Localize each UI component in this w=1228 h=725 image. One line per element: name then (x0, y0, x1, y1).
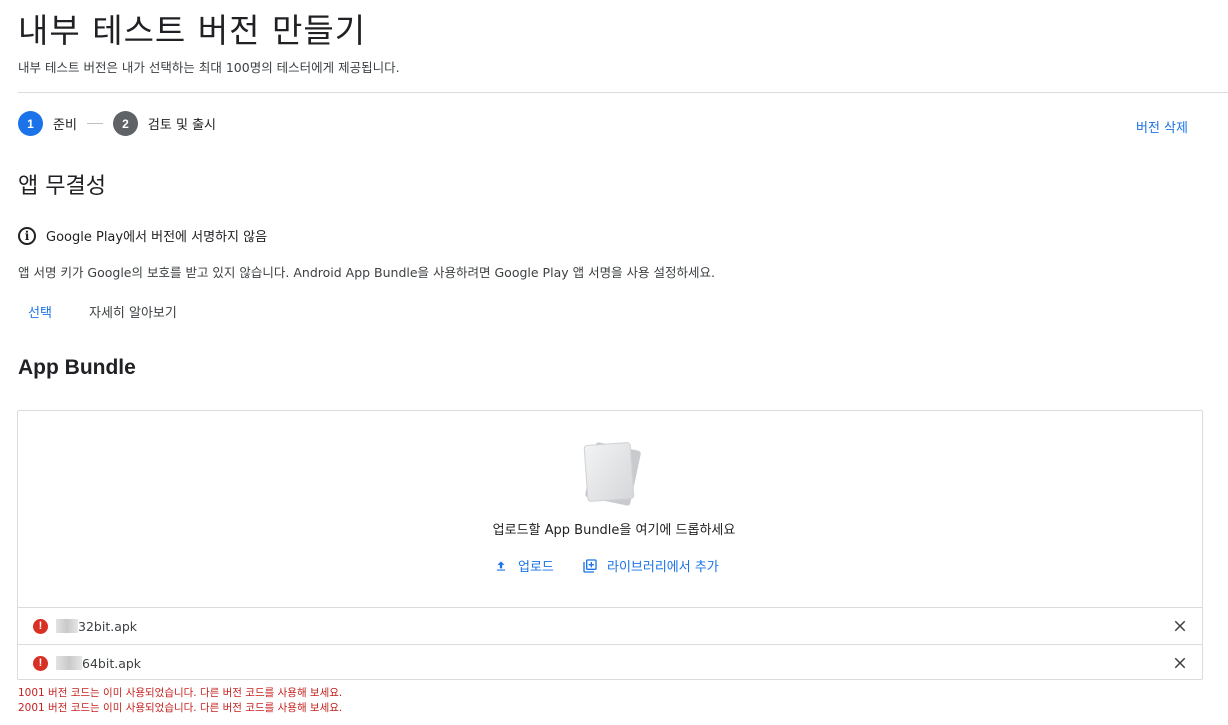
select-signing-button[interactable]: 선택 (28, 302, 52, 321)
add-from-library-button[interactable]: 라이브러리에서 추가 (582, 556, 719, 575)
page-subtitle: 내부 테스트 버전은 내가 선택하는 최대 100명의 테스터에게 제공됩니다. (18, 60, 400, 75)
upload-icon (496, 560, 506, 571)
redacted-filename-prefix (56, 619, 78, 633)
stepper: 1 준비 2 검토 및 출시 (18, 111, 216, 136)
page-title: 내부 테스트 버전 만들기 (18, 11, 367, 50)
library-label: 라이브러리에서 추가 (607, 560, 719, 575)
step-1-label: 준비 (53, 118, 77, 133)
signing-info-description: 앱 서명 키가 Google의 보호를 받고 있지 않습니다. Android … (18, 265, 715, 280)
upload-button[interactable]: 업로드 (494, 556, 554, 575)
document-stack-icon (583, 442, 641, 506)
step-2-indicator: 2 (112, 111, 138, 136)
upload-label: 업로드 (518, 560, 554, 575)
close-icon[interactable] (1171, 617, 1189, 635)
app-bundle-title: App Bundle (18, 356, 136, 379)
dropzone-hint: 업로드할 App Bundle을 여기에 드롭하세요 (492, 523, 736, 538)
file-name: 32bit.apk (78, 618, 138, 634)
error-icon: ! (33, 655, 48, 671)
error-icon: ! (33, 618, 48, 634)
file-row: ! 64bit.apk (18, 644, 1203, 681)
signing-info-title: Google Play에서 버전에 서명하지 않음 (46, 230, 268, 245)
app-integrity-title: 앱 무결성 (18, 174, 106, 199)
redacted-filename-prefix (56, 656, 82, 670)
step-1-indicator: 1 (18, 111, 43, 136)
file-row: ! 32bit.apk (18, 607, 1203, 644)
error-message: 1001 버전 코드는 이미 사용되었습니다. 다른 버전 코드를 사용해 보세… (18, 687, 343, 699)
step-connector (86, 123, 103, 124)
step-2-label: 검토 및 출시 (147, 118, 216, 133)
error-message: 2001 버전 코드는 이미 사용되었습니다. 다른 버전 코드를 사용해 보세… (18, 702, 343, 714)
close-icon[interactable] (1171, 654, 1189, 672)
file-name: 64bit.apk (82, 655, 142, 671)
info-icon: i (18, 226, 36, 245)
learn-more-button[interactable]: 자세히 알아보기 (89, 302, 177, 321)
library-add-icon (583, 558, 597, 573)
delete-version-button[interactable]: 버전 삭제 (1136, 117, 1188, 136)
header-divider (18, 92, 1228, 93)
signing-info-row: i Google Play에서 버전에 서명하지 않음 (18, 226, 267, 245)
